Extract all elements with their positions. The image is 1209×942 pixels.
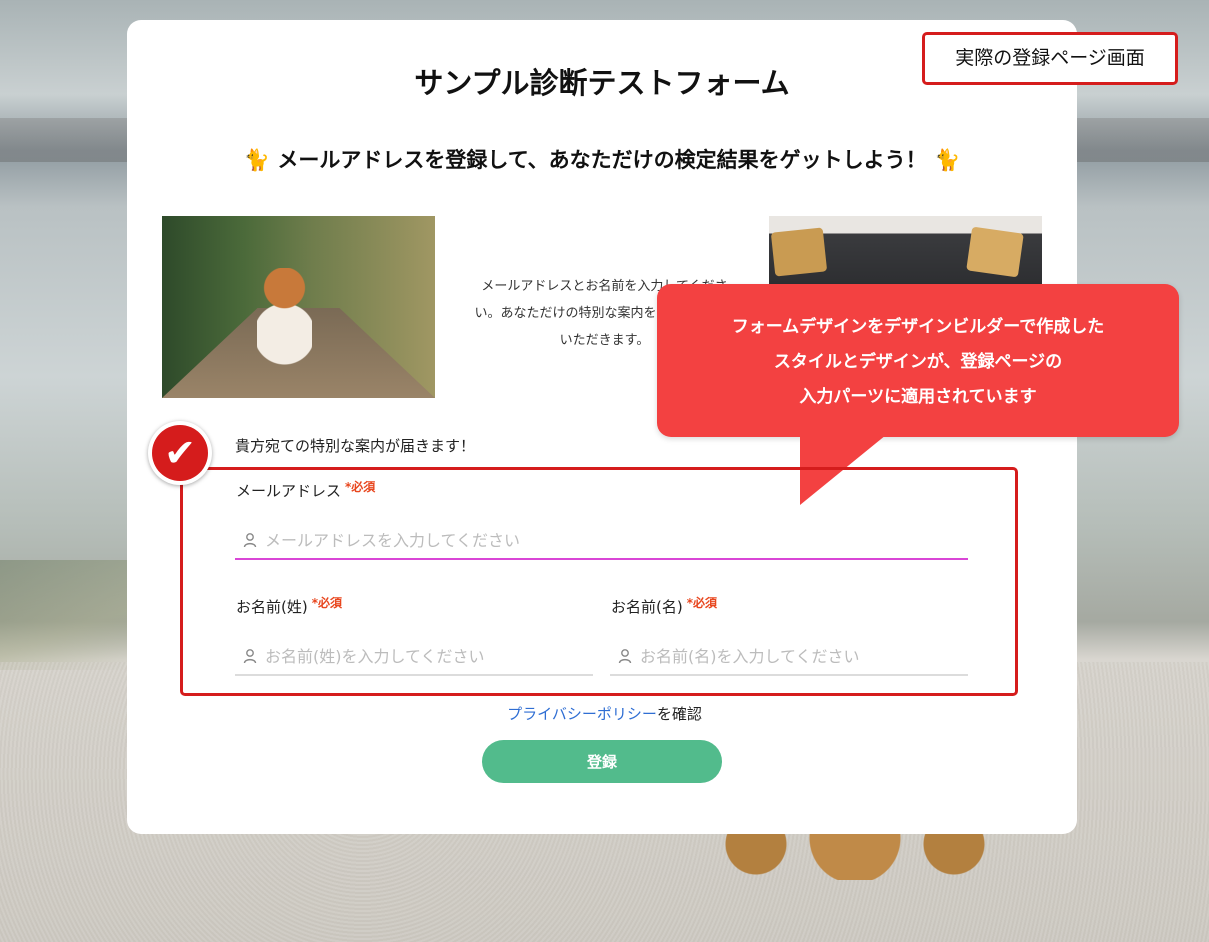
photo-pillow: [966, 226, 1024, 278]
privacy-line: プライバシーポリシーを確認: [0, 703, 1209, 724]
first-name-label-text: お名前(名): [611, 598, 683, 616]
notice-text: 貴方宛ての特別な案内が届きます！: [235, 437, 476, 455]
first-name-input[interactable]: [640, 642, 964, 670]
last-name-label-text: お名前(姓): [236, 598, 308, 616]
callout-line: スタイルとデザインが、登録ページの: [773, 352, 1063, 372]
email-label-text: メールアドレス: [236, 482, 342, 500]
user-icon: [243, 533, 257, 548]
callout-line: フォームデザインをデザインビルダーで作成した: [731, 317, 1105, 337]
sofa-photo: [769, 216, 1042, 286]
user-icon: [243, 649, 257, 664]
required-marker: *必須: [345, 480, 376, 494]
photo-pillow: [770, 227, 828, 277]
email-input[interactable]: [265, 526, 964, 554]
last-name-field[interactable]: [235, 636, 593, 676]
callout-annotation: フォームデザインをデザインビルダーで作成した スタイルとデザインが、登録ページの…: [657, 284, 1179, 437]
check-badge: ✔: [148, 421, 212, 485]
last-name-input[interactable]: [265, 642, 589, 670]
check-icon: ✔: [152, 425, 208, 481]
last-name-label: お名前(姓) *必須: [236, 594, 342, 617]
background-grass: [0, 560, 140, 670]
form-subtitle: 🐈 メールアドレスを登録して、あなただけの検定結果をゲットしよう！ 🐈: [243, 148, 961, 172]
privacy-suffix: を確認: [656, 705, 702, 723]
corgi-photo: [162, 216, 435, 398]
user-icon: [618, 649, 632, 664]
email-label: メールアドレス *必須: [236, 478, 375, 501]
photo-corgi: [257, 268, 312, 378]
email-field[interactable]: [235, 520, 968, 560]
submit-button[interactable]: 登録: [482, 740, 722, 783]
required-marker: *必須: [686, 596, 717, 610]
privacy-policy-link[interactable]: プライバシーポリシー: [507, 705, 657, 723]
callout-line: 入力パーツに適用されています: [799, 387, 1037, 407]
first-name-field[interactable]: [610, 636, 968, 676]
required-marker: *必須: [311, 596, 342, 610]
screen-label-annotation: 実際の登録ページ画面: [922, 32, 1178, 85]
first-name-label: お名前(名) *必須: [611, 594, 717, 617]
